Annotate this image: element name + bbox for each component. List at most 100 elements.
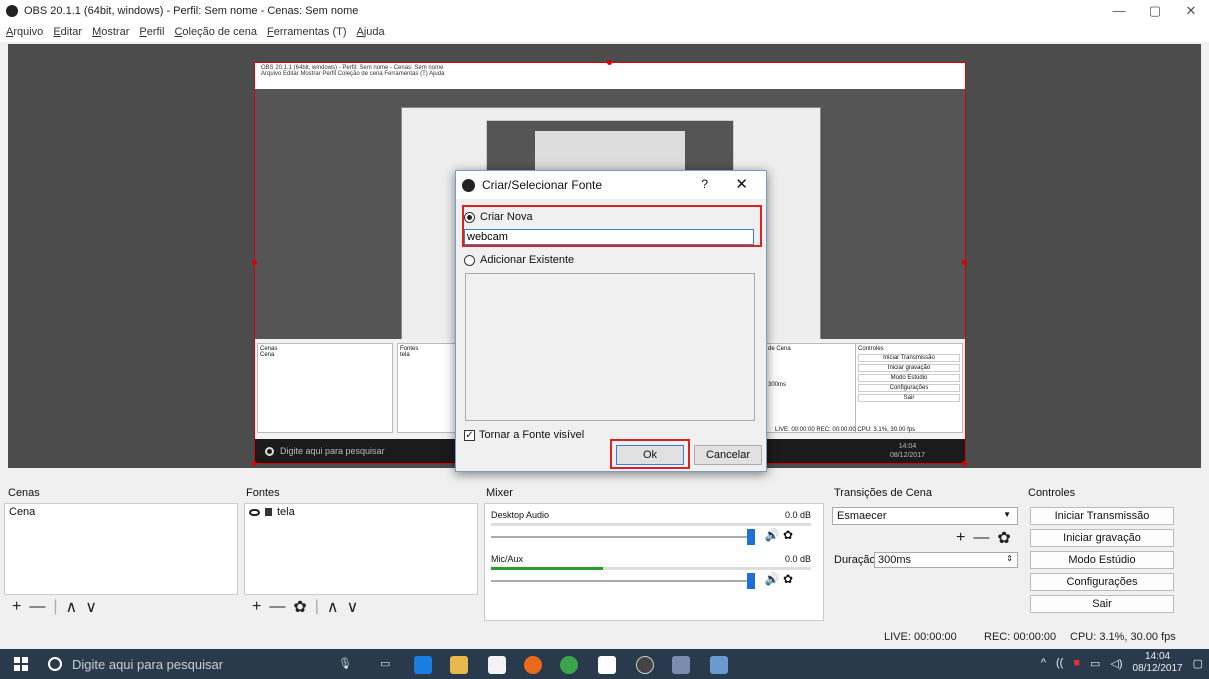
start-recording-button[interactable]: Iniciar gravação [1030,529,1174,547]
menu-editar[interactable]: Editar [53,26,82,38]
live-status: LIVE: 00:00:00 [884,631,957,643]
controls-dock-title: Controles [1028,487,1076,499]
volume-slider[interactable] [491,573,755,589]
windows-start-icon[interactable] [14,657,28,671]
chrome-icon[interactable] [560,656,578,674]
duration-spinbox[interactable]: 300ms ⇕ [874,552,1018,568]
capture-clock: 14:04 08/12/2017 [890,442,925,460]
existing-sources-list[interactable] [465,273,755,421]
add-scene-icon[interactable]: + [12,598,21,616]
chevron-up-icon[interactable]: ^ [1041,657,1046,669]
minimize-button[interactable]: — [1101,0,1137,22]
firefox-icon[interactable] [524,656,542,674]
slider-knob[interactable] [747,529,755,545]
menu-ferramentas[interactable]: Ferramentas (T) [267,26,346,38]
menu-mostrar[interactable]: Mostrar [92,26,129,38]
volume-meter [491,523,811,526]
battery-icon[interactable]: ▭ [1090,657,1100,670]
sources-toolbar: + — ✿ | ∧ ∨ [252,597,358,617]
app-icon[interactable] [672,656,690,674]
slider-knob[interactable] [747,573,755,589]
capture-menu-text: Arquivo Editar Mostrar Perfil Coleção de… [261,71,445,77]
start-streaming-button[interactable]: Iniciar Transmissão [1030,507,1174,525]
studio-mode-button[interactable]: Modo Estúdio [1030,551,1174,569]
add-transition-icon[interactable]: + [956,529,965,547]
edge-icon[interactable] [414,656,432,674]
sources-list[interactable]: tela [244,503,478,595]
gear-icon[interactable]: ✿ [997,528,1010,548]
create-new-option[interactable]: Criar Nova [464,211,533,223]
lock-icon[interactable] [265,508,272,516]
mixer-dock-title: Mixer [486,487,513,499]
capture-duration: 300ms [768,382,787,388]
resize-handle-bottom-left[interactable] [252,461,257,466]
menu-colecao-de-cena[interactable]: Coleção de cena [174,26,257,38]
volume-icon[interactable]: ◁) [1110,657,1122,670]
menu-arquivo[interactable]: Arquivo [6,26,43,38]
store-icon[interactable] [488,656,506,674]
close-button[interactable]: ✕ [1173,0,1209,22]
capture-controls-dock: Controles Iniciar Transmissão Iniciar gr… [855,343,963,433]
capture-scenes-dock: Cenas Cena [257,343,393,433]
move-up-icon[interactable]: ∧ [66,597,78,617]
scenes-list[interactable]: Cena [4,503,238,595]
menu-perfil[interactable]: Perfil [139,26,164,38]
exit-button[interactable]: Sair [1030,595,1174,613]
resize-handle-right[interactable] [962,260,967,265]
move-down-icon[interactable]: ∨ [85,597,97,617]
add-existing-option[interactable]: Adicionar Existente [464,254,574,266]
file-explorer-icon[interactable] [450,656,468,674]
cancel-button[interactable]: Cancelar [694,445,762,465]
obs-taskbar-icon[interactable] [636,656,654,674]
settings-button[interactable]: Configurações [1030,573,1174,591]
divider: | [314,598,319,615]
remove-transition-icon[interactable]: — [973,529,989,547]
taskbar-clock[interactable]: 14:04 08/12/2017 [1133,651,1183,675]
move-up-icon[interactable]: ∧ [327,597,339,617]
speaker-icon[interactable]: 🔊 [765,572,780,586]
microphone-icon[interactable]: 🎙 [338,657,352,670]
notifications-icon[interactable]: ▢ [1193,657,1203,670]
add-source-icon[interactable]: + [252,598,261,616]
dialog-close-button[interactable]: ✕ [735,175,748,193]
channel-name: Mic/Aux [491,554,524,564]
system-tray: ^ (( ■ ▭ ◁) 14:04 08/12/2017 ▢ [1041,651,1203,675]
gear-icon[interactable]: ✿ [293,597,306,617]
paint-icon[interactable] [710,656,728,674]
source-name-input[interactable] [464,229,754,245]
maximize-button[interactable]: ▢ [1137,0,1173,22]
resize-handle-top[interactable] [607,60,612,65]
resize-handle-bottom-right[interactable] [962,461,967,466]
gear-icon[interactable]: ✿ [783,572,793,586]
capture-cortana-icon [265,446,274,456]
scene-item[interactable]: Cena [5,504,237,520]
remove-source-icon[interactable]: — [269,598,285,616]
volume-slider[interactable] [491,529,755,545]
move-down-icon[interactable]: ∨ [347,597,359,617]
antivirus-icon[interactable]: ■ [1073,657,1080,669]
make-visible-option[interactable]: ✓ Tornar a Fonte visível [464,429,584,441]
make-visible-checkbox[interactable]: ✓ [464,429,475,441]
scene-item-label: Cena [9,506,36,518]
resize-handle-left[interactable] [252,260,257,265]
ok-button[interactable]: Ok [616,445,684,465]
create-new-radio[interactable] [464,211,475,223]
network-icon[interactable]: (( [1056,657,1063,669]
speaker-icon[interactable]: 🔊 [765,528,780,542]
source-item[interactable]: tela [245,504,477,520]
gear-icon[interactable]: ✿ [783,528,793,542]
create-new-label: Criar Nova [480,211,533,223]
dialog-help-button[interactable]: ? [701,177,708,191]
channel-name: Desktop Audio [491,510,550,520]
task-view-icon[interactable]: ▭ [380,657,390,670]
mail-icon[interactable] [598,656,616,674]
add-existing-radio[interactable] [464,254,475,266]
spinner-icon[interactable]: ⇕ [1006,554,1013,563]
volume-meter [491,567,811,570]
capture-sources-dock: Fontes tela [397,343,457,433]
taskbar-search[interactable]: Digite aqui para pesquisar [48,657,223,672]
eye-icon[interactable] [249,508,260,516]
remove-scene-icon[interactable]: — [29,598,45,616]
menu-ajuda[interactable]: Ajuda [357,26,385,38]
transition-select[interactable]: Esmaecer ▼ [832,507,1018,525]
